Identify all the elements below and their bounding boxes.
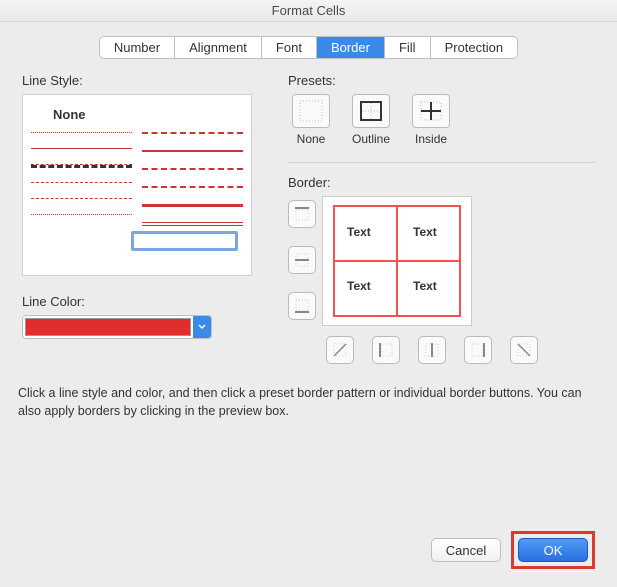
line-style-fine-dot[interactable] bbox=[31, 214, 132, 216]
window-title: Format Cells bbox=[0, 0, 617, 22]
line-style-heavy-dash-dot[interactable] bbox=[142, 132, 243, 136]
border-left-button[interactable] bbox=[372, 336, 400, 364]
border-middle-v-button[interactable] bbox=[418, 336, 446, 364]
tab-fill[interactable]: Fill bbox=[385, 37, 431, 58]
border-top-icon bbox=[293, 205, 311, 223]
border-diag-down-button[interactable] bbox=[510, 336, 538, 364]
divider bbox=[288, 162, 595, 163]
preset-outline-label: Outline bbox=[352, 132, 390, 146]
hint-text: Click a line style and color, and then c… bbox=[0, 364, 617, 420]
line-color-label: Line Color: bbox=[22, 294, 252, 309]
presets-label: Presets: bbox=[288, 73, 595, 88]
border-preview-grid bbox=[333, 205, 461, 317]
diagonal-down-icon bbox=[515, 341, 533, 359]
line-style-short-dash[interactable] bbox=[31, 198, 132, 200]
border-middle-h-icon bbox=[293, 251, 311, 269]
preset-inside-label: Inside bbox=[415, 132, 447, 146]
tab-number[interactable]: Number bbox=[100, 37, 175, 58]
preset-outline[interactable] bbox=[352, 94, 390, 128]
border-middle-h-button[interactable] bbox=[288, 246, 316, 274]
border-bottom-button[interactable] bbox=[288, 292, 316, 320]
line-style-thin[interactable] bbox=[31, 148, 132, 150]
preview-cell-text: Text bbox=[347, 279, 371, 293]
preview-cell-text: Text bbox=[347, 225, 371, 239]
border-bottom-icon bbox=[293, 297, 311, 315]
preset-outline-icon bbox=[358, 99, 384, 123]
tab-font[interactable]: Font bbox=[262, 37, 317, 58]
tab-bar: Number Alignment Font Border Fill Protec… bbox=[0, 36, 617, 59]
line-style-dash-dot[interactable] bbox=[31, 164, 132, 168]
line-style-dotted-thin[interactable] bbox=[31, 132, 132, 134]
preview-cell-text: Text bbox=[413, 279, 437, 293]
cancel-button[interactable]: Cancel bbox=[431, 538, 501, 562]
line-style-none[interactable]: None bbox=[53, 107, 243, 122]
line-color-dropdown[interactable] bbox=[22, 315, 212, 339]
line-style-medium-dash[interactable] bbox=[142, 168, 243, 172]
line-style-heavy-dash[interactable] bbox=[142, 186, 243, 190]
border-section-label: Border: bbox=[288, 175, 595, 190]
preview-cell-text: Text bbox=[413, 225, 437, 239]
tab-alignment[interactable]: Alignment bbox=[175, 37, 262, 58]
preset-none-label: None bbox=[297, 132, 326, 146]
line-style-dash[interactable] bbox=[31, 182, 132, 184]
border-preview[interactable]: Text Text Text Text bbox=[322, 196, 472, 326]
border-left-icon bbox=[377, 341, 395, 359]
line-color-swatch bbox=[25, 318, 191, 336]
border-right-button[interactable] bbox=[464, 336, 492, 364]
ok-button[interactable]: OK bbox=[518, 538, 588, 562]
preset-none-icon bbox=[298, 99, 324, 123]
line-style-picker[interactable]: None bbox=[22, 94, 252, 276]
line-style-selection-highlight bbox=[131, 231, 238, 251]
preset-inside[interactable] bbox=[412, 94, 450, 128]
preset-inside-icon bbox=[418, 99, 444, 123]
border-top-button[interactable] bbox=[288, 200, 316, 228]
chevron-down-icon[interactable] bbox=[193, 316, 211, 338]
line-style-thick[interactable] bbox=[142, 204, 243, 208]
tab-border[interactable]: Border bbox=[317, 37, 385, 58]
tab-protection[interactable]: Protection bbox=[431, 37, 518, 58]
line-style-medium[interactable] bbox=[142, 150, 243, 154]
ok-button-highlight: OK bbox=[511, 531, 595, 569]
line-style-label: Line Style: bbox=[22, 73, 252, 88]
line-style-double[interactable] bbox=[142, 222, 243, 226]
border-right-icon bbox=[469, 341, 487, 359]
border-diag-up-button[interactable] bbox=[326, 336, 354, 364]
preset-none[interactable] bbox=[292, 94, 330, 128]
diagonal-up-icon bbox=[331, 341, 349, 359]
border-middle-v-icon bbox=[423, 341, 441, 359]
